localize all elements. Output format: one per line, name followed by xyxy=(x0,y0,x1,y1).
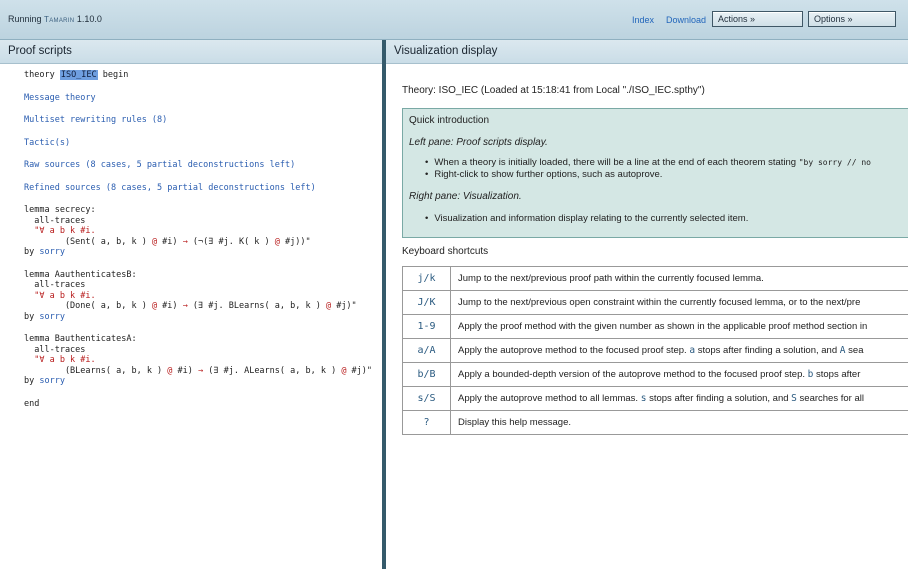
table-row: b/B Apply a bounded-depth version of the… xyxy=(402,362,908,387)
proof-scripts-content: theory ISO_IEC begin Message theory Mult… xyxy=(0,64,382,409)
lemma-quantifier: "∀ a b k #i. xyxy=(24,355,96,365)
index-link[interactable]: Index xyxy=(632,15,654,25)
shortcut-description: Jump to the next/previous proof path wit… xyxy=(450,266,908,291)
app-title: Running Tamarin 1.10.0 xyxy=(8,14,102,24)
message-theory-link[interactable]: Message theory xyxy=(24,93,96,103)
actions-menu-button[interactable]: Actions » xyxy=(712,11,803,27)
lemma-name: lemma BauthenticatesA: xyxy=(24,334,137,344)
lemma-proof: by sorry xyxy=(24,311,65,322)
sorry-link[interactable]: sorry xyxy=(39,247,65,257)
right-pane-heading: Right pane: Visualization. xyxy=(409,191,522,202)
proof-scripts-pane: Proof scripts theory ISO_IEC begin Messa… xyxy=(0,40,382,569)
multiset-rules-link[interactable]: Multiset rewriting rules (8) xyxy=(24,115,167,125)
tactic-link[interactable]: Tactic(s) xyxy=(24,138,70,148)
shortcut-description: Apply the proof method with the given nu… xyxy=(450,314,908,339)
lemma-name: lemma AauthenticatesB: xyxy=(24,269,137,280)
table-row: ? Display this help message. xyxy=(402,410,908,435)
shortcut-key: J/K xyxy=(402,290,451,315)
left-pane-bullet-1: When a theory is initially loaded, there… xyxy=(425,157,871,169)
raw-sources-link[interactable]: Raw sources (8 cases, 5 partial deconstr… xyxy=(24,160,295,170)
shortcut-description: Jump to the next/previous open constrain… xyxy=(450,290,908,315)
lemma-quantifier: "∀ a b k #i. xyxy=(24,290,96,301)
table-row: j/k Jump to the next/previous proof path… xyxy=(402,266,908,291)
lemma-traces: all-traces xyxy=(24,215,86,226)
lemma-secrecy: lemma secrecy: all-traces "∀ a b k #i. (… xyxy=(24,205,382,258)
proof-scripts-header: Proof scripts xyxy=(0,40,382,64)
top-bar: Running Tamarin 1.10.0 Index Download Ac… xyxy=(0,0,908,40)
sorry-link[interactable]: sorry xyxy=(39,376,65,386)
right-pane-bullet-1: Visualization and information display re… xyxy=(425,213,748,225)
refined-sources-link[interactable]: Refined sources (8 cases, 5 partial deco… xyxy=(24,183,316,193)
visualization-header: Visualization display xyxy=(386,40,908,64)
brand-name: Tamarin xyxy=(44,15,75,24)
visualization-pane: Visualization display Theory: ISO_IEC (L… xyxy=(386,40,908,569)
shortcut-description: Apply the autoprove method to the focuse… xyxy=(450,338,908,363)
theory-keyword: theory xyxy=(24,70,60,80)
shortcut-key: b/B xyxy=(402,362,451,387)
table-row: s/S Apply the autoprove method to all le… xyxy=(402,386,908,411)
keyboard-shortcuts-title: Keyboard shortcuts xyxy=(402,246,489,257)
keyboard-shortcuts-table: j/k Jump to the next/previous proof path… xyxy=(402,266,908,435)
quick-introduction-box: Quick introduction Left pane: Proof scri… xyxy=(402,108,908,238)
theory-name[interactable]: ISO_IEC xyxy=(59,70,98,80)
left-pane-heading: Left pane: Proof scripts display. xyxy=(409,137,548,148)
lemma-quantifier: "∀ a b k #i. xyxy=(24,226,96,236)
quick-intro-title: Quick introduction xyxy=(409,115,490,126)
lemma-name: lemma secrecy: xyxy=(24,205,96,215)
lemma-b-authenticates-a: lemma BauthenticatesA: all-traces "∀ a b… xyxy=(24,334,382,387)
table-row: 1-9 Apply the proof method with the give… xyxy=(402,314,908,339)
left-pane-bullet-2: Right-click to show further options, suc… xyxy=(425,169,871,181)
lemma-proof: by sorry xyxy=(24,376,65,386)
shortcut-key: s/S xyxy=(402,386,451,411)
lemma-proof: by sorry xyxy=(24,247,65,257)
shortcut-description: Apply the autoprove method to all lemmas… xyxy=(450,386,908,411)
right-pane-bullets: Visualization and information display re… xyxy=(425,213,748,225)
shortcut-key: a/A xyxy=(402,338,451,363)
shortcut-key: j/k xyxy=(402,266,451,291)
lemma-traces: all-traces xyxy=(24,280,86,290)
options-menu-button[interactable]: Options » xyxy=(808,11,896,27)
lemma-formula: (Sent( a, b, k ) @ #i) → (¬(∃ #j. K( k )… xyxy=(24,236,311,247)
download-link[interactable]: Download xyxy=(666,15,706,25)
end-keyword: end xyxy=(24,398,40,409)
lemma-traces: all-traces xyxy=(24,344,86,355)
shortcut-description: Apply a bounded-depth version of the aut… xyxy=(450,362,908,387)
shortcut-description: Display this help message. xyxy=(450,410,908,435)
theory-info: Theory: ISO_IEC (Loaded at 15:18:41 from… xyxy=(402,85,705,96)
table-row: a/A Apply the autoprove method to the fo… xyxy=(402,338,908,363)
shortcut-key: ? xyxy=(402,410,451,435)
sorry-link[interactable]: sorry xyxy=(39,312,65,322)
shortcut-key: 1-9 xyxy=(402,314,451,339)
running-prefix: Running xyxy=(8,14,42,24)
table-row: J/K Jump to the next/previous open const… xyxy=(402,290,908,315)
left-pane-bullets: When a theory is initially loaded, there… xyxy=(425,157,871,181)
lemma-a-authenticates-b: lemma AauthenticatesB: all-traces "∀ a b… xyxy=(24,270,382,323)
begin-keyword: begin xyxy=(97,70,129,80)
lemma-formula: (BLearns( a, b, k ) @ #i) → (∃ #j. ALear… xyxy=(24,365,373,376)
version-label: 1.10.0 xyxy=(76,14,102,24)
lemma-formula: (Done( a, b, k ) @ #i) → (∃ #j. BLearns(… xyxy=(24,301,357,311)
theory-line: theory ISO_IEC begin xyxy=(24,70,382,81)
